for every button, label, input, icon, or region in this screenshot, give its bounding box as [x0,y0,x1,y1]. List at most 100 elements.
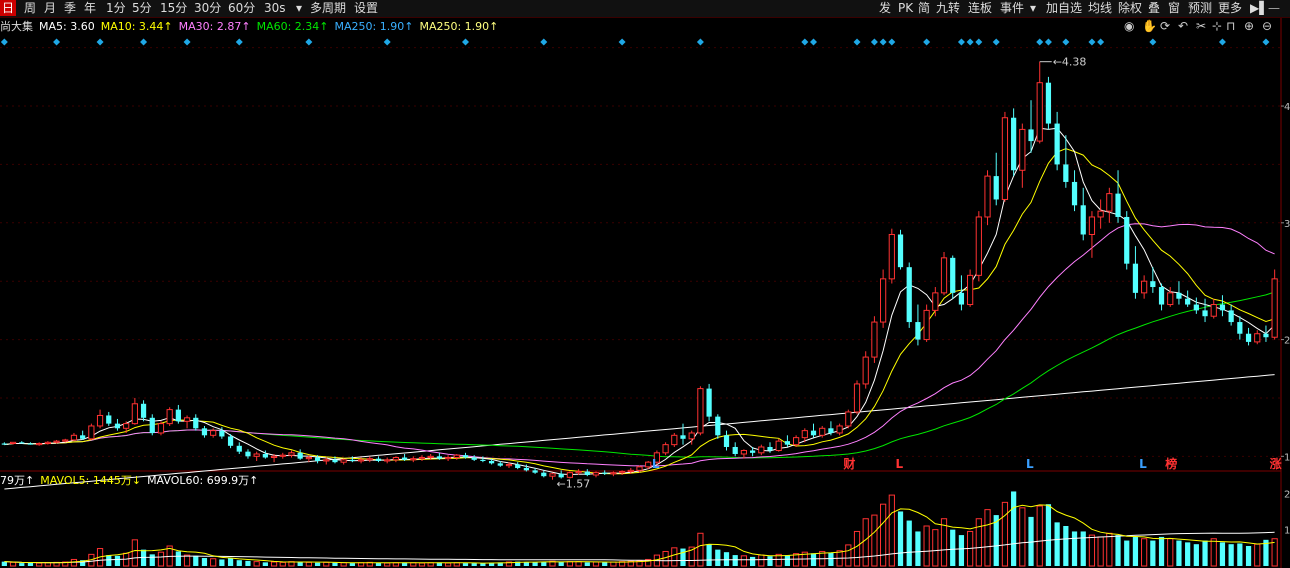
event-marker: 榜 [1165,456,1177,471]
volume-bar-up [1167,538,1174,567]
nine-turn-button[interactable]: 九转 [936,0,960,16]
volume-bar-down [1115,535,1121,566]
publish-button[interactable]: 发 [879,0,891,16]
volume-bar-up [1088,534,1096,567]
candle-body-up [410,458,417,461]
volume-bar-down [958,535,965,566]
signal-diamond [810,38,818,46]
tab-day[interactable]: 日 [0,0,17,16]
candle-body-up [671,434,678,446]
signal-diamond [618,38,626,46]
pk-button[interactable]: PK [898,0,913,16]
scissors-icon[interactable]: ✂ [1196,19,1206,33]
candle-body-down [732,446,738,454]
moving-average-button[interactable]: 均线 [1088,0,1112,16]
undo-icon[interactable]: ↶ [1178,19,1188,33]
tab-1min[interactable]: 1分 [104,0,128,16]
candle-body-up [592,472,600,476]
volume-bar-up [305,561,312,567]
tab-60min[interactable]: 60分 [226,0,257,16]
volume-bar-up [183,554,191,567]
volume-bar-down [227,558,234,566]
candle-body-down [767,446,773,451]
volume-bar-down [462,563,469,566]
volume-bar-up [740,555,748,567]
events-button[interactable]: 事件 [1000,0,1024,16]
tab-week[interactable]: 周 [22,0,38,16]
candle-body-up [880,278,887,323]
candle-body-down [1115,193,1121,217]
candle-body-up [627,469,634,473]
volume-bar-down [1228,544,1234,566]
volume-bar-down [349,563,355,566]
refresh-icon[interactable]: ⟳ [1160,19,1170,33]
expand-icon[interactable]: ▶▌ [1250,0,1268,16]
candle-body-down [401,457,408,460]
tab-30min[interactable]: 30分 [192,0,223,16]
candle-body-up [279,454,286,457]
tab-5min[interactable]: 5分 [130,0,154,16]
tab-month[interactable]: 月 [42,0,58,16]
tab-15min[interactable]: 15分 [158,0,189,16]
events-dropdown-icon[interactable]: ▾ [1030,0,1036,16]
candle-body-up [1106,193,1113,212]
add-watchlist-button[interactable]: 加自选 [1046,0,1082,16]
candle-body-down [950,257,956,293]
settings-button[interactable]: 设置 [352,0,380,16]
candle-body-down [749,450,756,453]
zoom-out-icon[interactable]: ⊖ [1262,19,1272,33]
eye-icon[interactable]: ◉ [1124,19,1134,33]
zoom-in-icon[interactable]: ⊕ [1244,19,1254,33]
min-price-label: ←1.57 [556,478,590,491]
crosshair-icon[interactable]: ⊹ [1212,19,1222,33]
ma30-line [4,223,1275,467]
volume-bar-down [810,553,817,566]
volume-legend: 79万↑ MAVOL5: 1445万↓ MAVOL60: 699.9万↑ [0,473,264,489]
tab-30s[interactable]: 30s [262,0,288,16]
volume-bar-down [732,555,738,566]
signal-diamond [870,38,878,46]
limit-up-button[interactable]: 连板 [968,0,992,16]
candle-body-up [967,274,974,306]
more-button[interactable]: 更多 [1218,0,1242,16]
overlay-button[interactable]: 叠 [1148,0,1160,16]
candle-body-down [1045,82,1052,124]
volume-bar-up [1097,536,1104,567]
candle-body-up [392,456,399,461]
volume-bar-down [106,555,112,566]
tab-quarter[interactable]: 季 [62,0,78,16]
volume-bar-up [888,494,895,567]
period-dropdown-icon[interactable]: ▾ [294,0,304,16]
window-button[interactable]: 窗 [1168,0,1180,16]
candle-body-up [975,216,982,276]
multi-period-button[interactable]: 多周期 [308,0,348,16]
candle-body-down [523,468,530,471]
candle-body-up [845,411,852,427]
volume-bar-down [1193,544,1199,566]
hand-icon[interactable]: ✋ [1142,19,1157,33]
candle-body-up [888,233,895,280]
volume-bar-up [1141,538,1148,567]
volume-bar-down [245,560,251,566]
candle-body-up [940,257,948,294]
candle-body-down [227,436,234,446]
candle-body-up [862,356,869,385]
simple-button[interactable]: 简 [918,0,930,16]
candle-body-up [636,466,643,471]
volume-bar-up [384,562,391,567]
candle-body-down [314,457,321,461]
volume-bar-down [950,529,956,566]
volume-bar-up [871,514,878,567]
candle-body-up [44,441,51,444]
price-tick-label: 3 [1284,219,1290,230]
lock-icon[interactable]: ⊓ [1226,19,1235,33]
forecast-button[interactable]: 预测 [1188,0,1212,16]
tab-year[interactable]: 年 [82,0,98,16]
candle-body-up [1088,216,1096,235]
ex-rights-button[interactable]: 除权 [1118,0,1142,16]
candle-body-up [1097,210,1104,218]
minimize-icon[interactable]: — [1268,0,1280,16]
candle-body-up [645,461,652,468]
volume-bar-up [880,503,887,567]
candle-body-up [566,472,574,478]
